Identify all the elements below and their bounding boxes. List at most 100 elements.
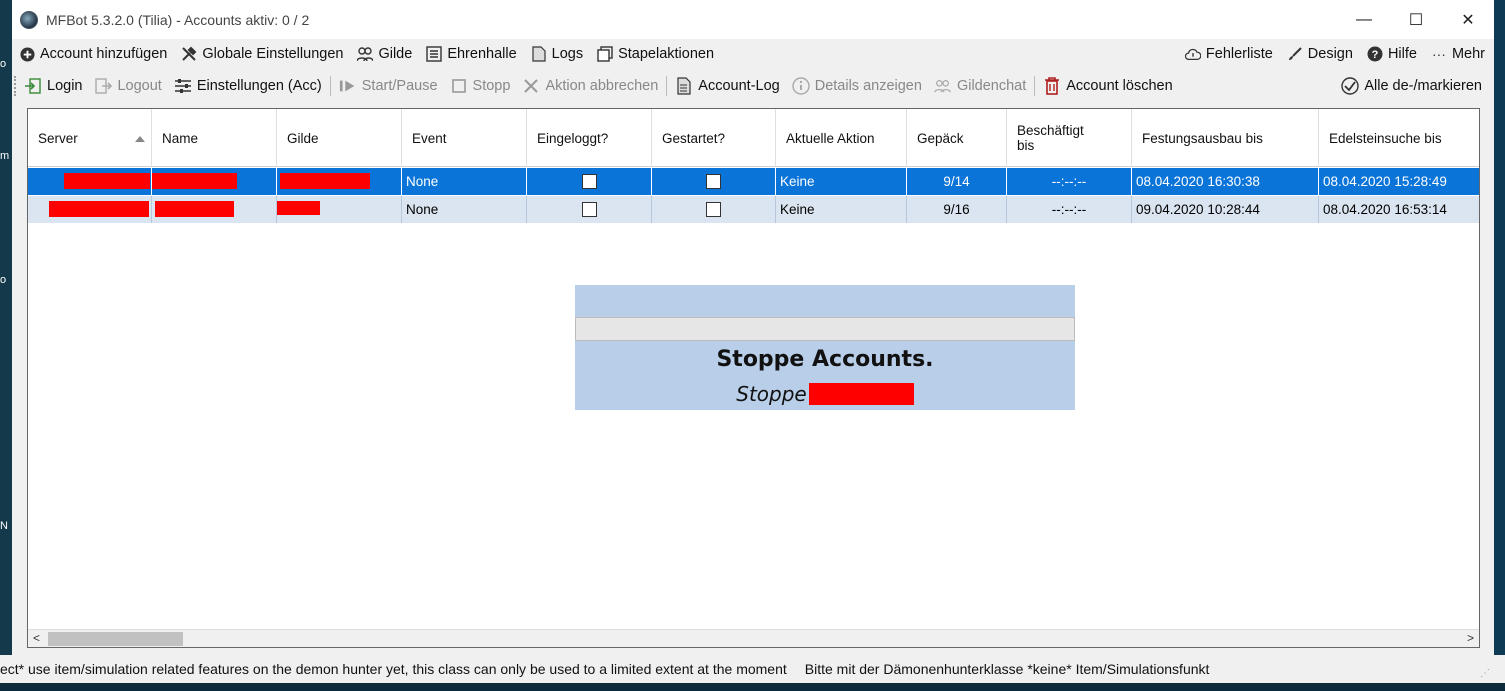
close-button[interactable]: ✕: [1442, 0, 1494, 39]
cell-busy-until: --:--:--: [1007, 196, 1132, 223]
column-header-label: Edelsteinsuche bis: [1329, 130, 1442, 146]
column-header-current-action[interactable]: Aktuelle Aktion: [776, 109, 907, 167]
logged-in-checkbox[interactable]: [581, 202, 597, 217]
menu-design[interactable]: Design: [1280, 39, 1360, 69]
menu-label: Ehrenhalle: [447, 46, 517, 62]
scrollbar-thumb[interactable]: [48, 632, 183, 646]
app-logo-icon: [20, 10, 38, 29]
status-message-en: ect* use item/simulation related feature…: [0, 661, 787, 677]
status-message-de: Bitte mit der Dämonenhunterklasse *keine…: [804, 661, 1210, 677]
app-window: MFBot 5.3.2.0 (Tilia) - Accounts aktiv: …: [0, 0, 1505, 691]
menu-guild[interactable]: Gilde: [350, 39, 419, 69]
logged-in-checkbox[interactable]: [581, 174, 597, 189]
menu-global-settings[interactable]: Globale Einstellungen: [174, 39, 350, 69]
column-header-started[interactable]: Gestartet?: [652, 109, 776, 167]
redaction-box: [155, 201, 234, 217]
grid-header: Server Name Gilde Event Eingeloggt? Gest…: [28, 109, 1479, 167]
column-header-bag[interactable]: Gepäck: [907, 109, 1007, 167]
column-header-label: Festungsausbau bis: [1142, 130, 1263, 146]
guild-chat-button[interactable]: Gildenchat: [928, 72, 1032, 100]
column-header-label: Gilde: [287, 130, 319, 146]
window-title: MFBot 5.3.2.0 (Tilia) - Accounts aktiv: …: [46, 11, 310, 28]
desktop-icon-fragment: N: [0, 520, 8, 532]
column-header-guild[interactable]: Gilde: [277, 109, 402, 167]
started-checkbox[interactable]: [706, 202, 721, 217]
abort-action-label: Aktion abbrechen: [545, 77, 659, 94]
progress-overlay: Stoppe Accounts. Stoppe: [575, 285, 1075, 410]
logout-button[interactable]: Logout: [88, 72, 167, 100]
column-header-label: Aktuelle Aktion: [786, 130, 875, 146]
cell-guild: [277, 196, 402, 223]
scroll-left-icon[interactable]: <: [33, 631, 40, 645]
cloud-icon: [1184, 46, 1201, 62]
stop-label: Stopp: [472, 77, 511, 94]
redaction-box: [49, 201, 149, 217]
cell-started: [652, 196, 776, 223]
menu-hall-of-fame[interactable]: Ehrenhalle: [419, 39, 523, 69]
table-row[interactable]: None Keine 9/14 --:--:-- 08.04.2020 16:3…: [28, 168, 1479, 195]
svg-text:?: ?: [1372, 49, 1379, 61]
start-pause-label: Start/Pause: [361, 77, 438, 94]
column-header-label: Gestartet?: [662, 130, 726, 146]
stop-button[interactable]: Stopp: [444, 72, 517, 100]
help-icon: ?: [1367, 46, 1383, 62]
document-icon: [675, 76, 693, 95]
maximize-button[interactable]: ☐: [1390, 0, 1442, 39]
resize-grip-icon[interactable]: ⋰: [1480, 668, 1490, 679]
menu-batch-actions[interactable]: Stapelaktionen: [590, 39, 721, 69]
account-settings-button[interactable]: Einstellungen (Acc): [168, 72, 328, 100]
menu-label: Stapelaktionen: [618, 46, 715, 62]
cell-logged-in: [527, 196, 652, 223]
redaction-box: [808, 383, 914, 405]
table-row[interactable]: None Keine 9/16 --:--:-- 09.04.2020 10:2…: [28, 196, 1479, 223]
column-header-busy-until[interactable]: Beschäftigt bis: [1007, 109, 1132, 167]
cell-name: [152, 196, 277, 223]
column-header-label: Gepäck: [917, 130, 964, 146]
column-header-gem-until[interactable]: Edelsteinsuche bis: [1319, 109, 1479, 167]
cell-event: None: [402, 196, 527, 223]
scroll-right-icon[interactable]: >: [1467, 631, 1474, 645]
account-settings-label: Einstellungen (Acc): [196, 77, 322, 94]
start-pause-button[interactable]: Start/Pause: [333, 72, 444, 100]
show-details-button[interactable]: Details anzeigen: [786, 72, 928, 100]
cell-name: [152, 168, 277, 195]
column-header-server[interactable]: Server: [28, 109, 152, 167]
menu-label: Design: [1307, 46, 1353, 62]
menu-error-list[interactable]: Fehlerliste: [1178, 39, 1280, 69]
menu-logs[interactable]: Logs: [524, 39, 590, 69]
info-icon: [792, 76, 810, 95]
toolbar-separator: [666, 75, 668, 96]
show-details-label: Details anzeigen: [814, 77, 922, 94]
status-bar: ect* use item/simulation related feature…: [0, 655, 1505, 683]
toggle-all-button[interactable]: Alle de-/markieren: [1335, 72, 1488, 100]
started-checkbox[interactable]: [706, 174, 721, 189]
window-controls: — ☐ ✕: [1338, 0, 1494, 39]
plus-circle-icon: [19, 46, 35, 62]
abort-action-button[interactable]: Aktion abbrechen: [516, 72, 664, 100]
login-label: Login: [47, 77, 83, 94]
delete-account-button[interactable]: Account löschen: [1037, 72, 1178, 100]
desktop-left-edge: o m o N: [0, 0, 12, 691]
redaction-box: [64, 173, 150, 189]
login-button[interactable]: Login: [18, 72, 88, 100]
progress-bar: [575, 317, 1075, 341]
menu-label: Hilfe: [1387, 46, 1417, 62]
x-icon: [522, 77, 540, 95]
sort-ascending-icon: [135, 136, 145, 142]
cell-fortress-until: 08.04.2020 16:30:38: [1132, 168, 1319, 195]
toolbar-right-group: Alle de-/markieren: [1335, 70, 1488, 101]
column-header-name[interactable]: Name: [152, 109, 277, 167]
cell-server: [28, 196, 152, 223]
minimize-button[interactable]: —: [1338, 0, 1390, 39]
title-bar: MFBot 5.3.2.0 (Tilia) - Accounts aktiv: …: [12, 0, 1494, 39]
menu-help[interactable]: ? Hilfe: [1360, 39, 1424, 69]
column-header-logged-in[interactable]: Eingeloggt?: [527, 109, 652, 167]
column-header-event[interactable]: Event: [402, 109, 527, 167]
account-log-button[interactable]: Account-Log: [669, 72, 785, 100]
menu-right-group: Fehlerliste Design ? Hilfe ··· Mehr: [1178, 39, 1492, 69]
menu-add-account[interactable]: Account hinzufügen: [12, 39, 174, 69]
menu-more[interactable]: ··· Mehr: [1424, 39, 1492, 69]
column-header-fortress-until[interactable]: Festungsausbau bis: [1132, 109, 1319, 167]
desktop-right-edge: [1493, 0, 1505, 691]
horizontal-scrollbar[interactable]: < >: [28, 629, 1479, 647]
